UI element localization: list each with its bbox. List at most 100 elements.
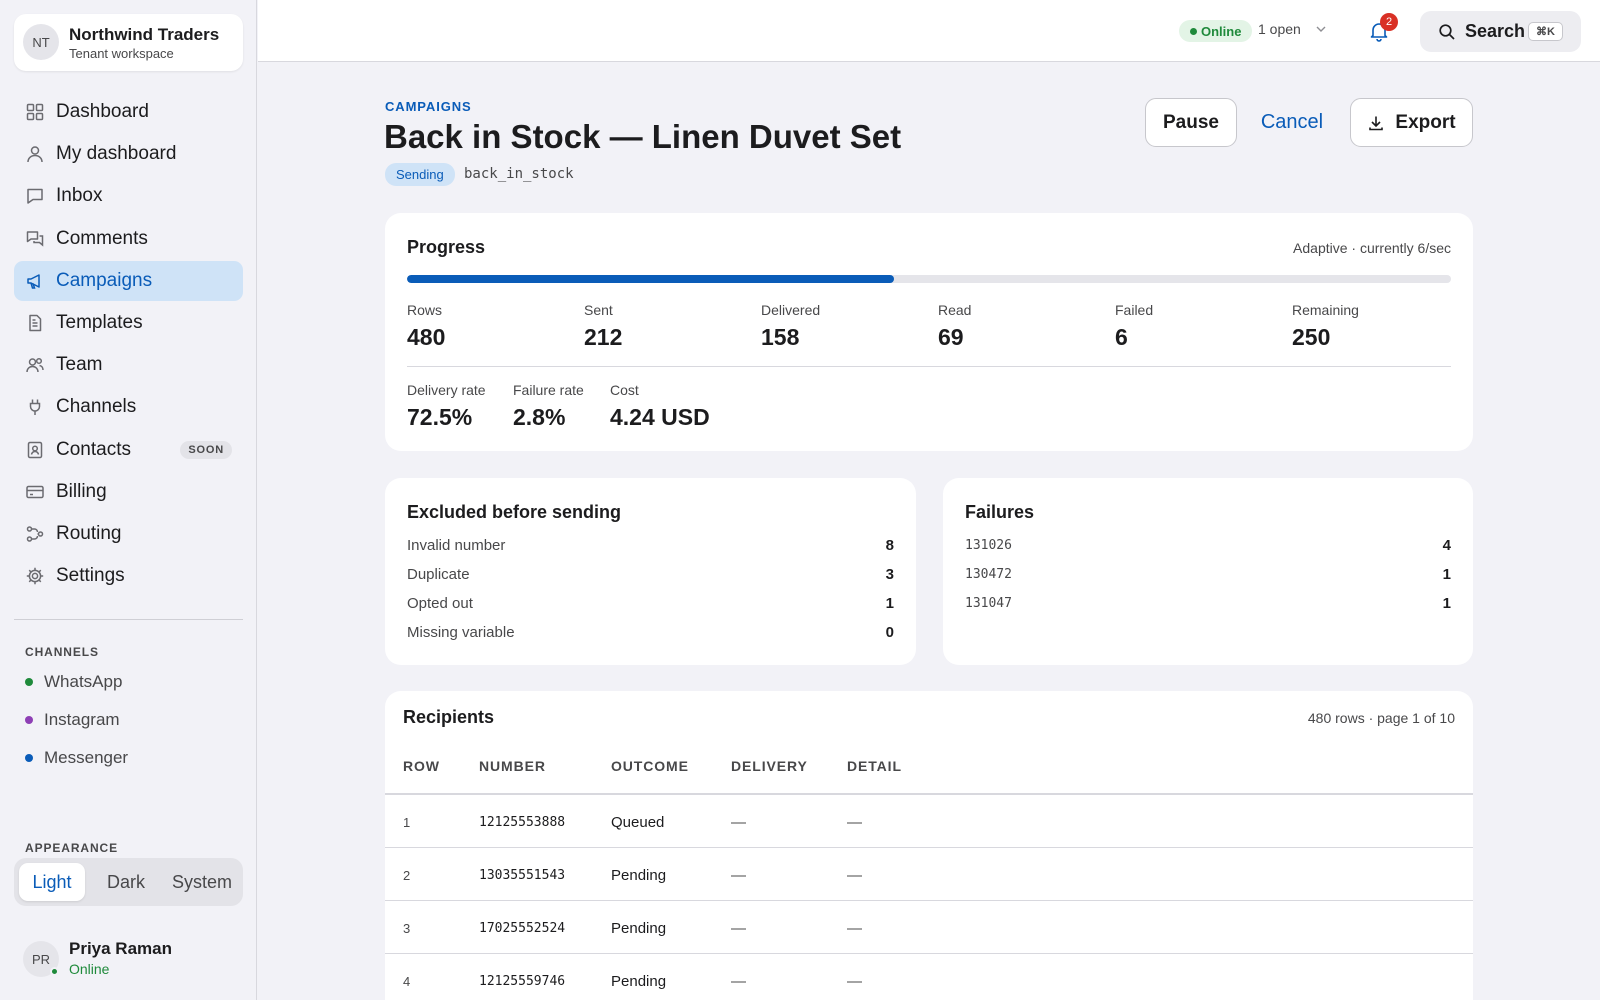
notification-count-badge: 2 — [1380, 13, 1398, 31]
search-label: Search — [1465, 21, 1526, 41]
stat-value: 6 — [1115, 324, 1128, 350]
appearance-light[interactable]: Light — [19, 863, 85, 901]
stat-label: Delivery rate — [407, 382, 486, 398]
table-row[interactable]: 2 13035551543 Pending — — — [385, 848, 1473, 901]
export-button[interactable]: Export — [1350, 98, 1473, 147]
stat-value: 69 — [938, 324, 964, 350]
list-item: 131047 1 — [965, 592, 1451, 614]
document-icon — [29, 314, 42, 332]
sidebar-item-inbox[interactable]: Inbox — [14, 176, 243, 216]
list-item: Invalid number 8 — [407, 534, 894, 556]
grid-icon — [26, 103, 44, 121]
breadcrumb[interactable]: CAMPAIGNS — [385, 99, 472, 114]
sidebar-item-billing[interactable]: Billing — [14, 472, 243, 512]
stat-failure-rate: Failure rate 2.8% — [513, 382, 584, 431]
person-icon — [27, 146, 43, 163]
open-conversations-select[interactable]: 1 open — [1258, 21, 1327, 37]
table-row[interactable]: 1 12125553888 Queued — — — [385, 795, 1473, 848]
stat-value: 2.8% — [513, 404, 566, 430]
table-row[interactable]: 4 12125559746 Pending — — — [385, 954, 1473, 1000]
sidebar-item-channels[interactable]: Channels — [14, 387, 243, 427]
item-value: 3 — [885, 565, 894, 583]
card-title: Failures — [965, 502, 1035, 522]
search-icon — [1439, 23, 1455, 40]
sidebar-item-templates[interactable]: Templates — [14, 303, 243, 343]
send-rate-note: Adaptive · currently 6/sec — [1293, 240, 1451, 256]
stat-remaining: Remaining 250 — [1292, 302, 1359, 351]
status-badge: Sending — [385, 163, 455, 186]
sidebar-item-campaigns[interactable]: Campaigns — [14, 260, 243, 301]
megaphone-icon — [27, 274, 40, 289]
appearance-toggle: Light Dark System — [14, 858, 243, 906]
sidebar-item-label: Comments — [56, 227, 148, 249]
list-item: Opted out 1 — [407, 592, 894, 614]
routing-icon — [26, 526, 44, 542]
stat-delivered: Delivered 158 — [761, 302, 820, 351]
cell-row: 4 — [403, 974, 411, 989]
stat-value: 212 — [584, 324, 623, 350]
stat-delivery-rate: Delivery rate 72.5% — [407, 382, 486, 431]
sidebar-item-my-dashboard[interactable]: My dashboard — [14, 134, 243, 174]
workspace-switcher[interactable]: NT Northwind Traders Tenant workspace — [14, 14, 243, 71]
sidebar-item-label: Routing — [56, 522, 122, 544]
divider — [407, 366, 1451, 367]
search-button[interactable]: Search ⌘K — [1420, 11, 1581, 52]
channel-label: Instagram — [44, 710, 120, 729]
keyboard-shortcut: ⌘K — [1528, 22, 1563, 41]
sidebar-divider — [14, 619, 243, 620]
channel-whatsapp[interactable]: WhatsApp — [25, 672, 122, 692]
cell-detail: — — [847, 814, 862, 831]
chat-bubble-icon — [27, 189, 43, 205]
stat-read: Read 69 — [938, 302, 971, 351]
soon-badge: SOON — [180, 440, 232, 459]
gear-icon — [26, 567, 44, 585]
pagination-summary: 480 rows · page 1 of 10 — [1307, 710, 1455, 726]
channel-instagram[interactable]: Instagram — [25, 710, 120, 730]
contact-card-icon — [27, 441, 43, 458]
sidebar: NT Northwind Traders Tenant workspace Da… — [0, 0, 257, 1000]
sidebar-item-routing[interactable]: Routing — [14, 514, 243, 554]
online-indicator — [50, 967, 59, 976]
workspace-name: Northwind Traders — [69, 25, 220, 44]
export-label: Export — [1395, 111, 1456, 133]
sidebar-item-team[interactable]: Team — [14, 345, 243, 385]
stat-label: Rows — [407, 302, 443, 318]
credit-card-icon — [26, 485, 44, 498]
column-header-number[interactable]: NUMBER — [479, 758, 546, 774]
cell-detail: — — [847, 973, 862, 990]
cell-delivery: — — [731, 867, 746, 884]
column-header-outcome[interactable]: OUTCOME — [611, 758, 689, 774]
progress-bar-fill — [407, 275, 894, 283]
list-item: Duplicate 3 — [407, 563, 894, 585]
appearance-system[interactable]: System — [165, 863, 239, 901]
pause-button[interactable]: Pause — [1145, 98, 1237, 147]
column-header-row[interactable]: ROW — [403, 758, 440, 774]
cell-number: 12125553888 — [479, 815, 566, 830]
column-header-delivery[interactable]: DELIVERY — [731, 758, 808, 774]
stat-label: Failed — [1115, 302, 1154, 318]
comments-icon — [26, 230, 44, 247]
sidebar-item-dashboard[interactable]: Dashboard — [14, 92, 243, 132]
sidebar-item-label: Settings — [56, 565, 125, 587]
progress-bar — [407, 275, 1451, 283]
sidebar-item-contacts[interactable]: Contacts SOON — [14, 430, 243, 470]
cancel-button[interactable]: Cancel — [1252, 98, 1332, 147]
item-value: 1 — [1442, 565, 1451, 583]
top-bar: Online 1 open 2 Search ⌘K — [258, 0, 1600, 62]
stat-value: 250 — [1292, 324, 1331, 350]
table-row[interactable]: 3 17025552524 Pending — — — [385, 901, 1473, 954]
appearance-heading: APPEARANCE — [25, 841, 119, 855]
item-value: 1 — [1442, 594, 1451, 612]
column-header-detail[interactable]: DETAIL — [847, 758, 902, 774]
sidebar-item-settings[interactable]: Settings — [14, 556, 243, 596]
channel-messenger[interactable]: Messenger — [25, 748, 128, 768]
team-icon — [26, 358, 44, 373]
cell-number: 12125559746 — [479, 974, 566, 989]
appearance-dark[interactable]: Dark — [93, 863, 159, 901]
sidebar-item-label: Billing — [56, 480, 107, 502]
cell-outcome: Pending — [611, 867, 667, 884]
sidebar-item-label: My dashboard — [56, 143, 177, 165]
sidebar-item-comments[interactable]: Comments — [14, 219, 243, 259]
stat-label: Sent — [584, 302, 613, 318]
error-code: 131026 — [965, 537, 1012, 553]
